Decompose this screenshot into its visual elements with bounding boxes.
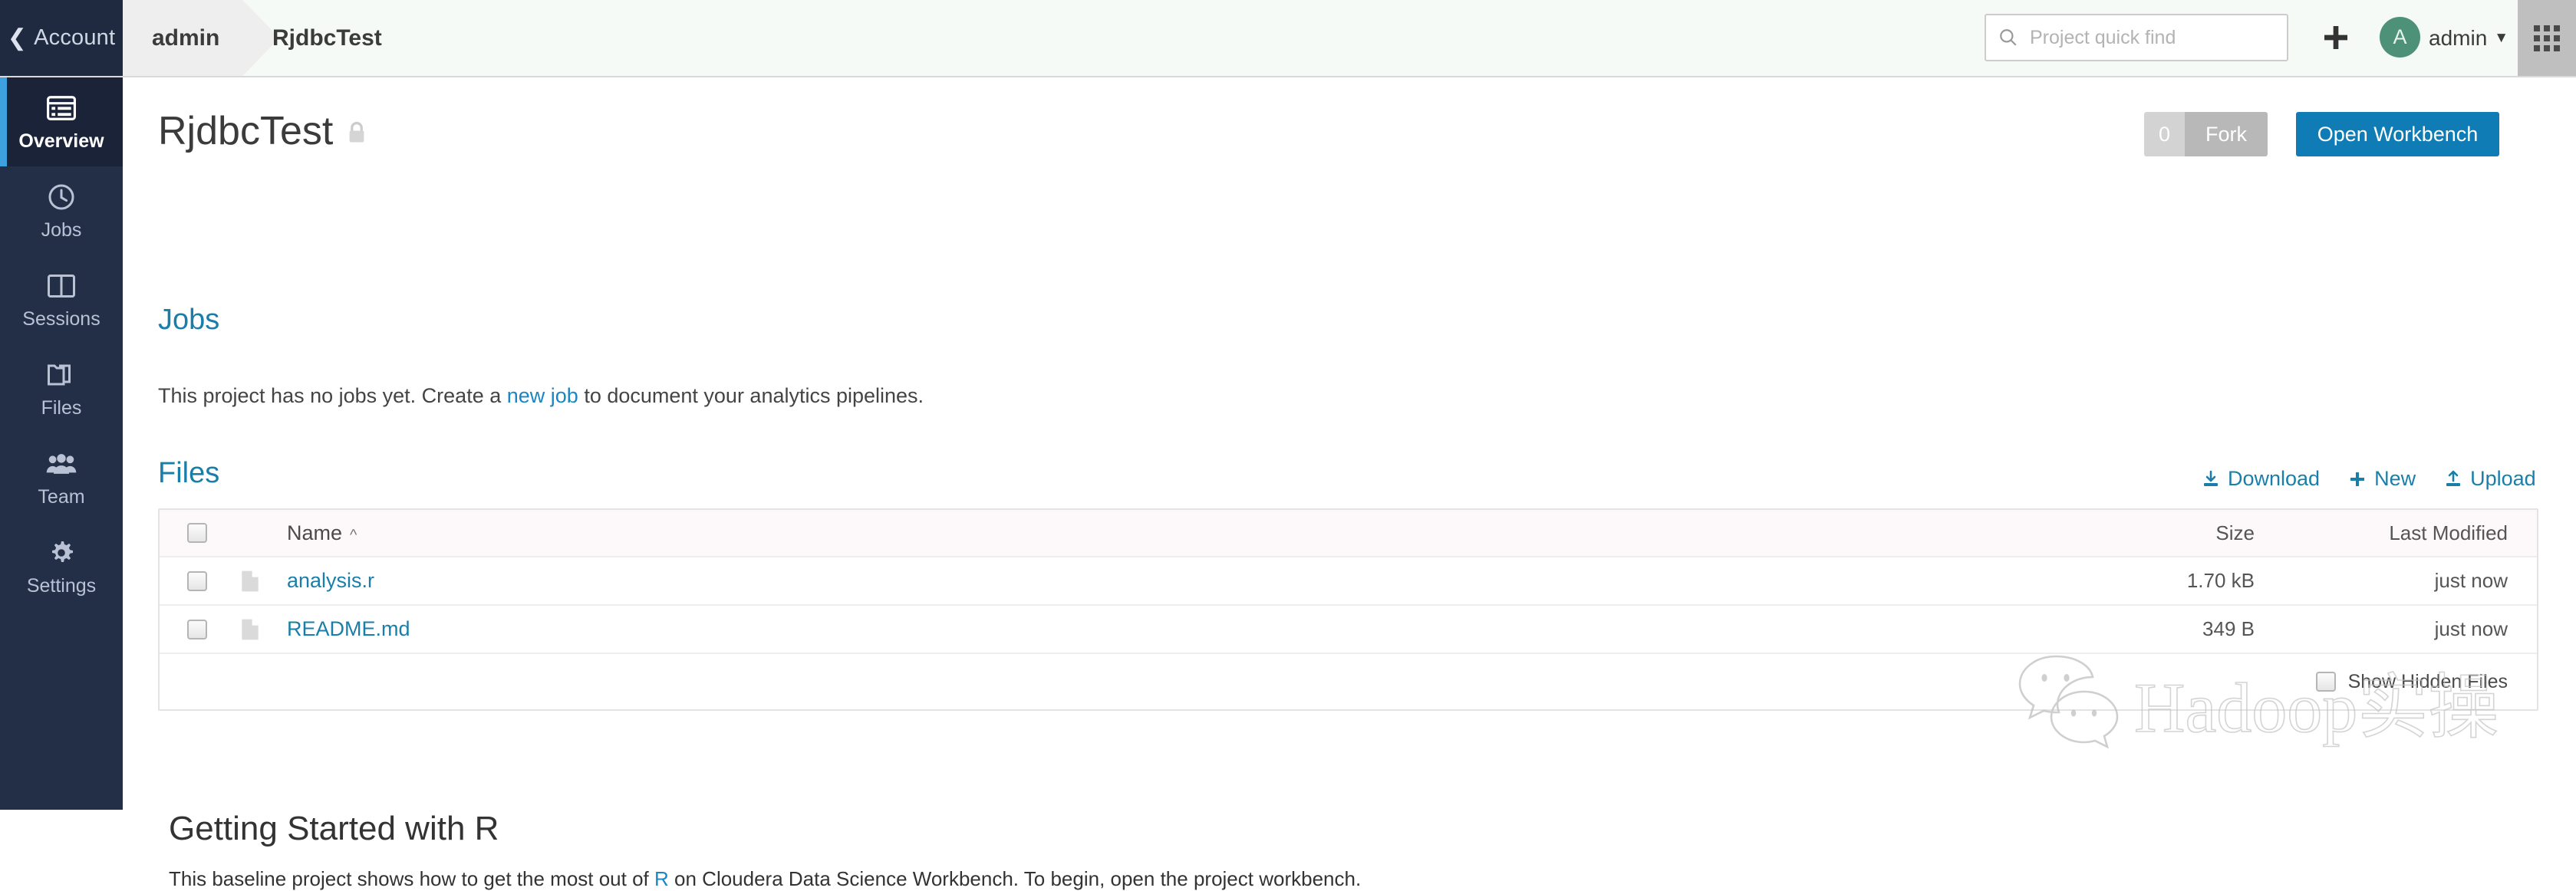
download-button[interactable]: Download bbox=[2202, 467, 2320, 491]
sidebar-item-label: Settings bbox=[26, 575, 97, 597]
column-header-size[interactable]: Size bbox=[2001, 521, 2255, 545]
getting-started-text-after: on Cloudera Data Science Workbench. To b… bbox=[668, 867, 1362, 890]
sidebar-item-overview[interactable]: Overview bbox=[0, 77, 123, 166]
getting-started-heading: Getting Started with R bbox=[169, 810, 499, 847]
file-name-cell: README.md bbox=[265, 617, 2001, 641]
file-link[interactable]: README.md bbox=[287, 617, 410, 640]
columns-icon bbox=[48, 269, 75, 303]
new-file-button[interactable]: New bbox=[2348, 467, 2416, 491]
breadcrumb-owner-label: admin bbox=[152, 25, 220, 51]
caret-down-icon: ▼ bbox=[2494, 30, 2509, 46]
gear-icon bbox=[48, 536, 75, 570]
user-menu-label: admin bbox=[2429, 25, 2488, 50]
column-header-name[interactable]: Name ^ bbox=[265, 521, 2001, 545]
quick-find-container[interactable] bbox=[1985, 14, 2288, 61]
fork-label: Fork bbox=[2185, 112, 2268, 156]
caret-up-icon: ^ bbox=[350, 526, 357, 544]
account-label: Account bbox=[34, 25, 116, 50]
new-file-label: New bbox=[2374, 467, 2416, 490]
table-row[interactable]: analysis.r 1.70 kB just now bbox=[160, 557, 2537, 606]
files-icon bbox=[48, 358, 75, 392]
file-size: 1.70 kB bbox=[2186, 569, 2255, 592]
overview-icon bbox=[47, 91, 76, 125]
row-checkbox[interactable] bbox=[187, 570, 207, 591]
sidebar-item-settings[interactable]: Settings bbox=[0, 522, 123, 611]
lock-icon bbox=[347, 121, 367, 148]
search-icon bbox=[2000, 29, 2017, 46]
plus-icon[interactable] bbox=[2321, 22, 2351, 53]
table-header-row: Name ^ Size Last Modified bbox=[160, 510, 2537, 557]
user-menu[interactable]: admin ▼ bbox=[2429, 0, 2508, 76]
row-select-cell bbox=[160, 619, 235, 639]
row-checkbox[interactable] bbox=[187, 619, 207, 639]
file-size: 349 B bbox=[2202, 617, 2255, 640]
download-label: Download bbox=[2228, 467, 2321, 490]
files-heading[interactable]: Files bbox=[158, 457, 219, 490]
getting-started-body: This baseline project shows how to get t… bbox=[169, 867, 1361, 891]
avatar[interactable]: A bbox=[2380, 17, 2420, 58]
sidebar-item-label: Sessions bbox=[22, 308, 100, 330]
file-icon bbox=[235, 570, 265, 593]
sidebar-item-label: Team bbox=[38, 486, 85, 508]
chevron-left-icon: ❮ bbox=[7, 25, 28, 51]
fork-button[interactable]: 0 Fork bbox=[2144, 112, 2268, 156]
r-link[interactable]: R bbox=[654, 867, 669, 890]
upload-label: Upload bbox=[2470, 467, 2536, 490]
breadcrumb-owner[interactable]: admin bbox=[123, 0, 279, 76]
sidebar-item-files[interactable]: Files bbox=[0, 344, 123, 433]
jobs-empty-message: This project has no jobs yet. Create a n… bbox=[158, 384, 924, 408]
sidebar-item-sessions[interactable]: Sessions bbox=[0, 255, 123, 344]
open-workbench-button[interactable]: Open Workbench bbox=[2296, 112, 2499, 156]
breadcrumb-project[interactable]: RjdbcTest bbox=[272, 0, 382, 76]
app-grid-button[interactable] bbox=[2518, 0, 2576, 76]
upload-icon bbox=[2446, 470, 2461, 486]
column-header-modified[interactable]: Last Modified bbox=[2255, 521, 2537, 545]
project-header: RjdbcTest bbox=[158, 108, 367, 154]
show-hidden-files-label: Show Hidden Files bbox=[2347, 670, 2508, 692]
file-name-cell: analysis.r bbox=[265, 569, 2001, 593]
jobs-heading[interactable]: Jobs bbox=[158, 304, 219, 337]
select-all-cell bbox=[160, 523, 235, 543]
getting-started-text-before: This baseline project shows how to get t… bbox=[169, 867, 655, 890]
table-footer-row: Show Hidden Files bbox=[160, 654, 2537, 709]
show-hidden-files-checkbox[interactable] bbox=[2315, 672, 2336, 692]
file-link[interactable]: analysis.r bbox=[287, 569, 374, 592]
files-toolbar: Download New Upload bbox=[2202, 467, 2536, 491]
clock-icon bbox=[48, 180, 75, 214]
team-icon bbox=[46, 447, 77, 481]
fork-count: 0 bbox=[2144, 112, 2185, 156]
app-grid-icon bbox=[2534, 25, 2560, 51]
file-modified: just now bbox=[2434, 569, 2508, 592]
new-job-link[interactable]: new job bbox=[507, 384, 578, 407]
select-all-checkbox[interactable] bbox=[187, 523, 207, 543]
row-select-cell bbox=[160, 570, 235, 591]
sidebar-item-jobs[interactable]: Jobs bbox=[0, 166, 123, 255]
jobs-empty-text-before: This project has no jobs yet. Create a bbox=[158, 384, 507, 407]
files-table: Name ^ Size Last Modified analysis.r 1.70… bbox=[158, 508, 2538, 711]
sidebar-item-team[interactable]: Team bbox=[0, 433, 123, 522]
sidebar-item-label: Overview bbox=[18, 130, 104, 152]
account-back-button[interactable]: ❮ Account bbox=[0, 0, 123, 76]
upload-button[interactable]: Upload bbox=[2444, 467, 2536, 491]
plus-icon bbox=[2350, 472, 2365, 486]
table-row[interactable]: README.md 349 B just now bbox=[160, 606, 2537, 654]
sidebar-item-label: Jobs bbox=[41, 219, 82, 241]
page-title: RjdbcTest bbox=[158, 109, 334, 153]
top-bar: ❮ Account admin RjdbcTest A admin ▼ bbox=[0, 0, 2576, 77]
sidebar: Overview Jobs Sessions Files Team Settin… bbox=[0, 77, 123, 810]
download-icon bbox=[2204, 470, 2218, 486]
file-modified: just now bbox=[2434, 617, 2508, 640]
jobs-empty-text-after: to document your analytics pipelines. bbox=[578, 384, 924, 407]
file-icon bbox=[235, 618, 265, 641]
main-content: RjdbcTest 0 Fork Open Workbench Jobs Thi… bbox=[123, 77, 2576, 890]
breadcrumb-project-label: RjdbcTest bbox=[272, 25, 382, 51]
sidebar-item-label: Files bbox=[41, 397, 82, 419]
column-header-name-label: Name bbox=[287, 521, 343, 544]
avatar-initial: A bbox=[2393, 25, 2407, 48]
search-input[interactable] bbox=[2028, 25, 2269, 50]
